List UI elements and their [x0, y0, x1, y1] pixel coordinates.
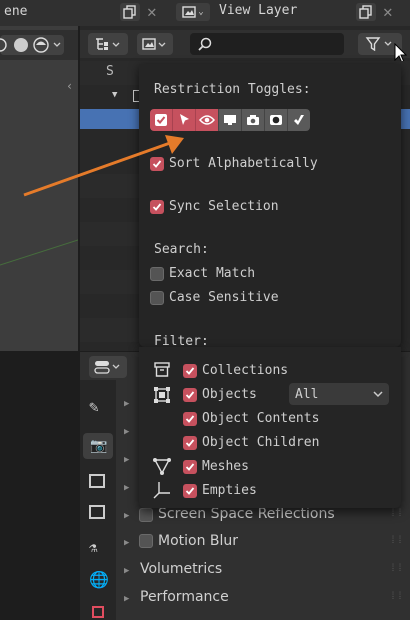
view-layer-title: View Layer — [219, 3, 298, 18]
collection-box-icon — [154, 362, 170, 377]
outliner-row-letter: S — [106, 64, 114, 79]
world-tab-icon[interactable]: 🌐 — [89, 570, 109, 589]
case-sensitive-label: Case Sensitive — [169, 290, 279, 305]
panel-arrow-icon[interactable]: ▶ — [124, 483, 129, 493]
filter-section-title: Filter: — [154, 334, 209, 349]
expand-arrow-icon[interactable]: ▼ — [112, 90, 117, 100]
object-contents-option[interactable]: Object Contents — [183, 411, 319, 426]
motion-blur-checkbox[interactable] — [139, 534, 153, 548]
checkbox-unchecked[interactable] — [150, 290, 164, 305]
drag-grip-icon[interactable]: ⁞⁞ — [390, 563, 404, 575]
display-mode-button[interactable] — [88, 33, 128, 55]
filter-icon — [365, 37, 392, 51]
checkbox-checked[interactable] — [183, 459, 197, 474]
selected-outliner-row-end — [401, 109, 410, 129]
copy-icon[interactable] — [120, 3, 140, 21]
checkbox-checked[interactable] — [183, 363, 197, 378]
panel-arrow-icon[interactable]: ▶ — [124, 594, 129, 604]
sync-selection-label: Sync Selection — [169, 199, 279, 214]
search-input[interactable] — [190, 33, 344, 55]
drag-grip-icon[interactable]: ⁞⁞ — [390, 591, 404, 603]
camera-back-icon: 📷 — [90, 438, 108, 454]
monitor-icon — [224, 115, 236, 125]
restriction-toggles-title: Restriction Toggles: — [154, 82, 311, 97]
exact-match-label: Exact Match — [169, 266, 256, 281]
close-icon[interactable]: ✕ — [147, 2, 157, 21]
checkbox-checked[interactable] — [183, 411, 197, 426]
sort-alphabetically-label: Sort Alphabetically — [169, 156, 318, 171]
disable-in-viewports-toggle[interactable] — [218, 109, 241, 131]
case-sensitive-option[interactable]: Case Sensitive — [150, 290, 279, 305]
objects-label: Objects — [202, 387, 257, 402]
holdout-toggle[interactable] — [264, 109, 287, 131]
indirect-only-icon — [294, 115, 304, 125]
eye-icon — [199, 115, 215, 125]
object-children-option[interactable]: Object Children — [183, 435, 319, 450]
panel-arrow-icon[interactable]: ▶ — [124, 427, 129, 437]
search-section-title: Search: — [154, 242, 209, 257]
editor-type-button[interactable] — [89, 356, 127, 378]
meshes-label: Meshes — [202, 459, 249, 474]
exact-match-option[interactable]: Exact Match — [150, 266, 255, 281]
new-collection-button[interactable] — [137, 33, 173, 55]
search-icon — [198, 37, 212, 51]
copy-icon[interactable] — [356, 3, 376, 21]
panel-arrow-icon[interactable]: ▶ — [124, 566, 129, 576]
panel-arrow-icon[interactable]: ▶ — [124, 511, 129, 521]
empties-option[interactable]: Empties — [183, 483, 257, 498]
image-editor-button[interactable]: ⌄ — [176, 3, 210, 21]
collections-option[interactable]: Collections — [183, 363, 288, 378]
object-tab-icon[interactable] — [92, 606, 104, 618]
holdout-icon — [270, 115, 282, 125]
sort-alphabetically-option[interactable]: Sort Alphabetically — [150, 156, 318, 171]
close-icon[interactable]: ✕ — [383, 2, 393, 21]
collapse-arrow-icon[interactable]: ‹ — [66, 79, 73, 93]
empties-label: Empties — [202, 483, 257, 498]
scene-tab-icon[interactable]: ⚗ — [89, 540, 97, 556]
panel-arrow-icon[interactable]: ▶ — [124, 538, 129, 548]
checkbox-checked[interactable] — [183, 387, 197, 402]
panel-arrow-icon[interactable]: ▶ — [124, 455, 129, 465]
object-children-label: Object Children — [202, 435, 320, 450]
checkbox-checked[interactable] — [183, 483, 197, 498]
checkbox-unchecked[interactable] — [150, 266, 164, 281]
image-icon — [142, 38, 166, 50]
sync-selection-option[interactable]: Sync Selection — [150, 199, 279, 214]
output-tab-icon[interactable] — [89, 474, 105, 488]
checkbox-checked[interactable] — [150, 156, 164, 171]
mesh-icon — [153, 458, 171, 475]
image-icon — [182, 6, 196, 18]
chevron-down-icon — [373, 391, 383, 398]
view-layer-tab-icon[interactable] — [89, 505, 105, 519]
left-editor-title: ene — [4, 4, 28, 19]
objects-option[interactable]: Objects — [183, 387, 257, 402]
collections-label: Collections — [202, 363, 289, 378]
camera-icon — [247, 115, 259, 125]
disable-in-renders-toggle[interactable] — [241, 109, 264, 131]
object-icon — [154, 387, 170, 403]
indirect-only-toggle[interactable] — [287, 109, 310, 131]
empty-axes-icon — [153, 482, 170, 499]
drag-grip-icon[interactable]: ⁞⁞ — [390, 508, 404, 520]
panel-arrow-icon[interactable]: ▶ — [124, 399, 129, 409]
meshes-option[interactable]: Meshes — [183, 459, 249, 474]
shading-buttons[interactable] — [0, 34, 70, 60]
checkbox-checked[interactable] — [183, 435, 197, 450]
ssr-checkbox[interactable] — [139, 508, 153, 522]
properties-icon — [94, 361, 120, 374]
tool-tab-icon[interactable]: ✎ — [89, 397, 99, 416]
object-contents-label: Object Contents — [202, 411, 320, 426]
volumetrics-panel-title[interactable]: Volumetrics — [140, 561, 222, 577]
objects-filter-dropdown[interactable]: All — [289, 383, 389, 405]
drag-grip-icon[interactable]: ⁞⁞ — [390, 535, 404, 547]
motion-blur-panel-title[interactable]: Motion Blur — [158, 533, 238, 549]
ssr-panel-title[interactable]: Screen Space Reflections — [158, 506, 335, 522]
performance-panel-title[interactable]: Performance — [140, 589, 229, 605]
outliner-icon — [96, 38, 120, 50]
objects-filter-value: All — [295, 386, 319, 402]
checkbox-checked[interactable] — [150, 199, 164, 214]
